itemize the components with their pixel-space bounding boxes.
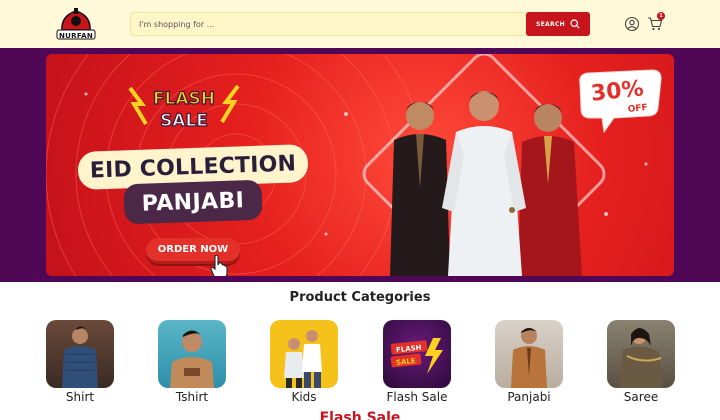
search-button[interactable]: SEARCH: [526, 12, 590, 36]
category-image: [495, 320, 563, 388]
flash-tile-line2: SALE: [396, 357, 417, 367]
search-input[interactable]: [131, 13, 527, 35]
tshirt-model-image: [170, 330, 214, 388]
category-label: Shirt: [65, 390, 95, 404]
category-label: Tshirt: [175, 390, 209, 404]
banner-subheadline: PANJABI: [141, 187, 245, 217]
category-image: [46, 320, 114, 388]
shirt-model-image: [62, 326, 98, 388]
flash-sale-lockup: FLASH SALE: [128, 84, 240, 132]
flash-sale-tile-image: FLASH SALE: [390, 338, 443, 374]
search-icon: [570, 19, 580, 29]
category-panjabi[interactable]: Panjabi: [495, 320, 563, 404]
site-header: NURFAN SEARCH 1: [0, 0, 720, 48]
category-label: Saree: [623, 390, 659, 404]
account-button[interactable]: [624, 16, 640, 32]
hero-section: FLASH SALE EID COLLECTION PANJABI ORDER …: [0, 48, 720, 282]
saree-model-image: [619, 328, 663, 388]
flash-sale-line1: FLASH: [153, 89, 215, 109]
category-tshirt[interactable]: Tshirt: [158, 320, 226, 404]
categories-title: Product Categories: [289, 290, 431, 305]
bolt-right-icon: [220, 84, 240, 124]
category-image: [158, 320, 226, 388]
category-flash-sale[interactable]: FLASH SALE Flash Sale: [383, 320, 451, 404]
models-illustration: [390, 91, 582, 276]
discount-badge: 30% OFF: [579, 69, 662, 134]
category-label: Flash Sale: [386, 390, 448, 404]
category-image: [270, 320, 338, 388]
bolt-icon: [425, 338, 443, 374]
category-kids[interactable]: Kids: [270, 320, 338, 404]
model-red-panjabi: [518, 104, 582, 276]
brand-logo[interactable]: NURFAN: [53, 6, 99, 42]
kids-model-image: [284, 330, 322, 388]
search-bar: SEARCH: [130, 12, 590, 36]
panjabi-model-image: [511, 328, 547, 388]
category-image: [607, 320, 675, 388]
cart-count-badge: 1: [657, 12, 665, 20]
hero-banner[interactable]: FLASH SALE EID COLLECTION PANJABI ORDER …: [46, 54, 674, 276]
model-black-panjabi: [390, 102, 450, 276]
category-saree[interactable]: Saree: [607, 320, 675, 404]
category-image: FLASH SALE: [383, 320, 451, 388]
cart-button[interactable]: 1: [647, 12, 665, 32]
subheadline-box: PANJABI: [123, 179, 263, 225]
flash-sale-section-title: Flash Sale: [319, 410, 401, 420]
category-label: Panjabi: [507, 390, 551, 404]
category-shirt[interactable]: Shirt: [46, 320, 114, 404]
brand-name: NURFAN: [59, 32, 93, 40]
banner-headline: EID COLLECTION: [89, 150, 297, 184]
search-button-label: SEARCH: [536, 20, 565, 28]
flash-sale-line2: SALE: [160, 111, 208, 131]
flash-tile-line1: FLASH: [396, 344, 422, 355]
hand-pointer-icon: [210, 254, 228, 276]
category-label: Kids: [291, 390, 317, 404]
bolt-left-icon: [128, 86, 148, 126]
user-icon: [624, 16, 640, 32]
model-white-panjabi: [442, 91, 526, 276]
discount-suffix: OFF: [627, 103, 648, 115]
